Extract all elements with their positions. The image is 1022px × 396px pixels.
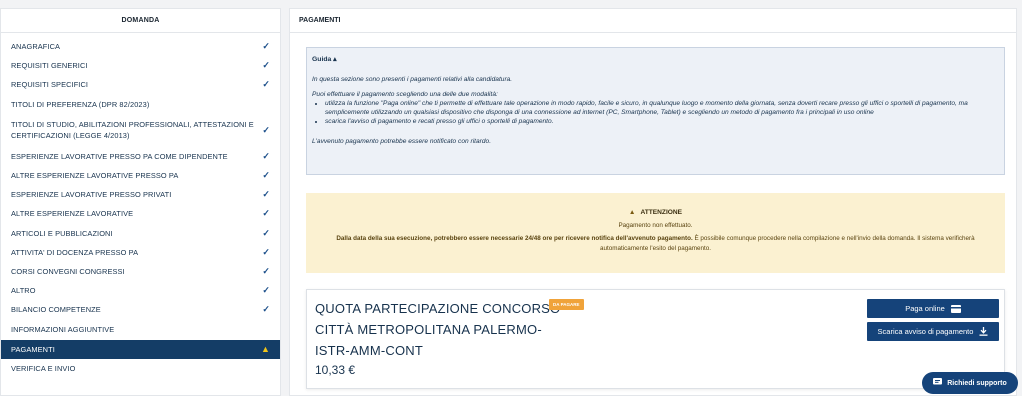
nav-item-label: PAGAMENTI [11,344,55,354]
check-icon: ✓ [262,79,270,90]
check-icon: ✓ [262,41,270,52]
nav-item-label: ALTRE ESPERIENZE LAVORATIVE [11,209,134,219]
nav-item-label: ESPERIENZE LAVORATIVE PRESSO PRIVATI [11,190,172,200]
nav-item-articoli[interactable]: ARTICOLI E PUBBLICAZIONI ✓ [1,224,280,243]
alert-detail-bold: Dalla data della sua esecuzione, potrebb… [336,235,693,242]
warning-icon: ▲ [628,209,636,216]
nav-item-altro[interactable]: ALTRO ✓ [1,281,280,300]
nav-item-label: REQUISITI SPECIFICI [11,80,89,90]
nav-item-label: TITOLI DI PREFERENZA (DPR 82/2023) [11,99,150,109]
guide-note: L'avvenuto pagamento potrebbe essere not… [312,138,492,145]
check-icon: ✓ [262,124,270,135]
nav-item-anagrafica[interactable]: ANAGRAFICA ✓ [1,37,280,56]
alert-title-text: ATTENZIONE [640,209,683,216]
nav-item-label: ANAGRAFICA [11,42,61,52]
pagamenti-panel: PAGAMENTI Guida ▴ In questa sezione sono… [289,8,1017,396]
nav-item-label: INFORMAZIONI AGGIUNTIVE [11,324,115,334]
scarica-avviso-button[interactable]: Scarica avviso di pagamento [867,322,999,341]
check-icon: ✓ [262,208,270,219]
nav-item-requisiti-specifici[interactable]: REQUISITI SPECIFICI ✓ [1,75,280,94]
nav-item-label: ATTIVITA' DI DOCENZA PRESSO PA [11,247,139,257]
nav-item-bilancio[interactable]: BILANCIO COMPETENZE ✓ [1,300,280,319]
nav-item-docenza[interactable]: ATTIVITA' DI DOCENZA PRESSO PA ✓ [1,243,280,262]
nav-item-label: REQUISITI GENERICI [11,61,88,71]
alert-detail: Dalla data della sua esecuzione, potrebb… [306,234,1005,253]
status-badge: DA PAGARE [549,299,584,310]
nav-item-corsi[interactable]: CORSI CONVEGNI CONGRESSI ✓ [1,262,280,281]
section-nav: ANAGRAFICA ✓ REQUISITI GENERICI ✓ REQUISIT… [1,33,280,378]
nav-item-label: VERIFICA E INVIO [11,363,76,373]
guide-box: Guida ▴ In questa sezione sono presenti … [306,47,1005,175]
scarica-avviso-label: Scarica avviso di pagamento [877,327,974,336]
nav-item-label: ESPERIENZE LAVORATIVE PRESSO PA COME DIP… [11,151,228,161]
nav-item-label: ALTRE ESPERIENZE LAVORATIVE PRESSO PA [11,171,179,181]
nav-item-esperienze-pa-dipendente[interactable]: ESPERIENZE LAVORATIVE PRESSO PA COME DIP… [1,147,280,166]
nav-item-altre-esperienze-pa[interactable]: ALTRE ESPERIENZE LAVORATIVE PRESSO PA ✓ [1,166,280,185]
nav-item-label: TITOLI DI STUDIO, ABILITAZIONI PROFESSIO… [11,120,254,141]
domanda-sidebar: DOMANDA ANAGRAFICA ✓ REQUISITI GENERICI ✓ … [0,8,281,396]
payment-alert: ▲ ATTENZIONE Pagamento non effettuato. Da… [306,193,1005,273]
alert-title: ▲ ATTENZIONE [306,209,1005,216]
check-icon: ✓ [262,304,270,315]
alert-message: Pagamento non effettuato. [618,222,693,229]
nav-item-label: BILANCIO COMPETENZE [11,305,101,315]
guide-modes: Puoi effettuare il pagamento scegliendo … [312,91,498,98]
check-icon: ✓ [262,60,270,71]
chat-icon [933,378,943,388]
download-icon [979,327,988,336]
nav-item-pagamenti[interactable]: PAGAMENTI ▲ [1,339,280,359]
check-icon: ✓ [262,265,270,276]
guide-toggle-label: Guida [312,56,332,63]
chevron-up-icon: ▴ [333,56,337,63]
check-icon: ✓ [262,170,270,181]
guide-intro: In questa sezione sono presenti i pagame… [312,76,513,83]
nav-item-label: ARTICOLI E PUBBLICAZIONI [11,228,113,238]
guide-list: utilizza la funzione "Paga online" che t… [312,99,999,126]
check-icon: ✓ [262,285,270,296]
nav-item-titoli-studio[interactable]: TITOLI DI STUDIO, ABILITAZIONI PROFESSIO… [1,114,280,147]
guide-bullet-avviso: scarica l'avviso di pagamento e recati p… [325,117,999,126]
sidebar-title: DOMANDA [1,9,280,33]
paga-online-label: Paga online [905,304,945,313]
payment-title: QUOTA PARTECIPAZIONE CONCORSO CITTÀ METR… [315,301,561,358]
check-icon: ✓ [262,189,270,200]
check-icon: ✓ [262,150,270,161]
warning-icon: ▲ [260,344,270,355]
nav-item-requisiti-generici[interactable]: REQUISITI GENERICI ✓ [1,56,280,75]
paga-online-button[interactable]: Paga online [867,299,999,318]
payment-card: QUOTA PARTECIPAZIONE CONCORSO CITTÀ METR… [306,289,1005,389]
nav-item-label: ALTRO [11,286,36,296]
nav-item-altre-esperienze[interactable]: ALTRE ESPERIENZE LAVORATIVE ✓ [1,204,280,223]
guide-bullet-online: utilizza la funzione "Paga online" che t… [325,99,999,117]
payment-amount: 10,33 € [315,363,356,377]
richiedi-supporto-button[interactable]: Richiedi supporto [922,372,1018,394]
page-title: PAGAMENTI [290,9,1016,33]
nav-item-verifica-invio[interactable]: VERIFICA E INVIO [1,359,280,378]
nav-item-esperienze-privati[interactable]: ESPERIENZE LAVORATIVE PRESSO PRIVATI ✓ [1,185,280,204]
support-label: Richiedi supporto [947,379,1007,387]
credit-card-icon [950,304,961,313]
nav-item-label: CORSI CONVEGNI CONGRESSI [11,266,125,276]
guide-toggle[interactable]: Guida ▴ [312,55,999,63]
nav-item-informazioni[interactable]: INFORMAZIONI AGGIUNTIVE [1,319,280,338]
nav-item-titoli-preferenza[interactable]: TITOLI DI PREFERENZA (DPR 82/2023) [1,95,280,114]
check-icon: ✓ [262,227,270,238]
check-icon: ✓ [262,246,270,257]
